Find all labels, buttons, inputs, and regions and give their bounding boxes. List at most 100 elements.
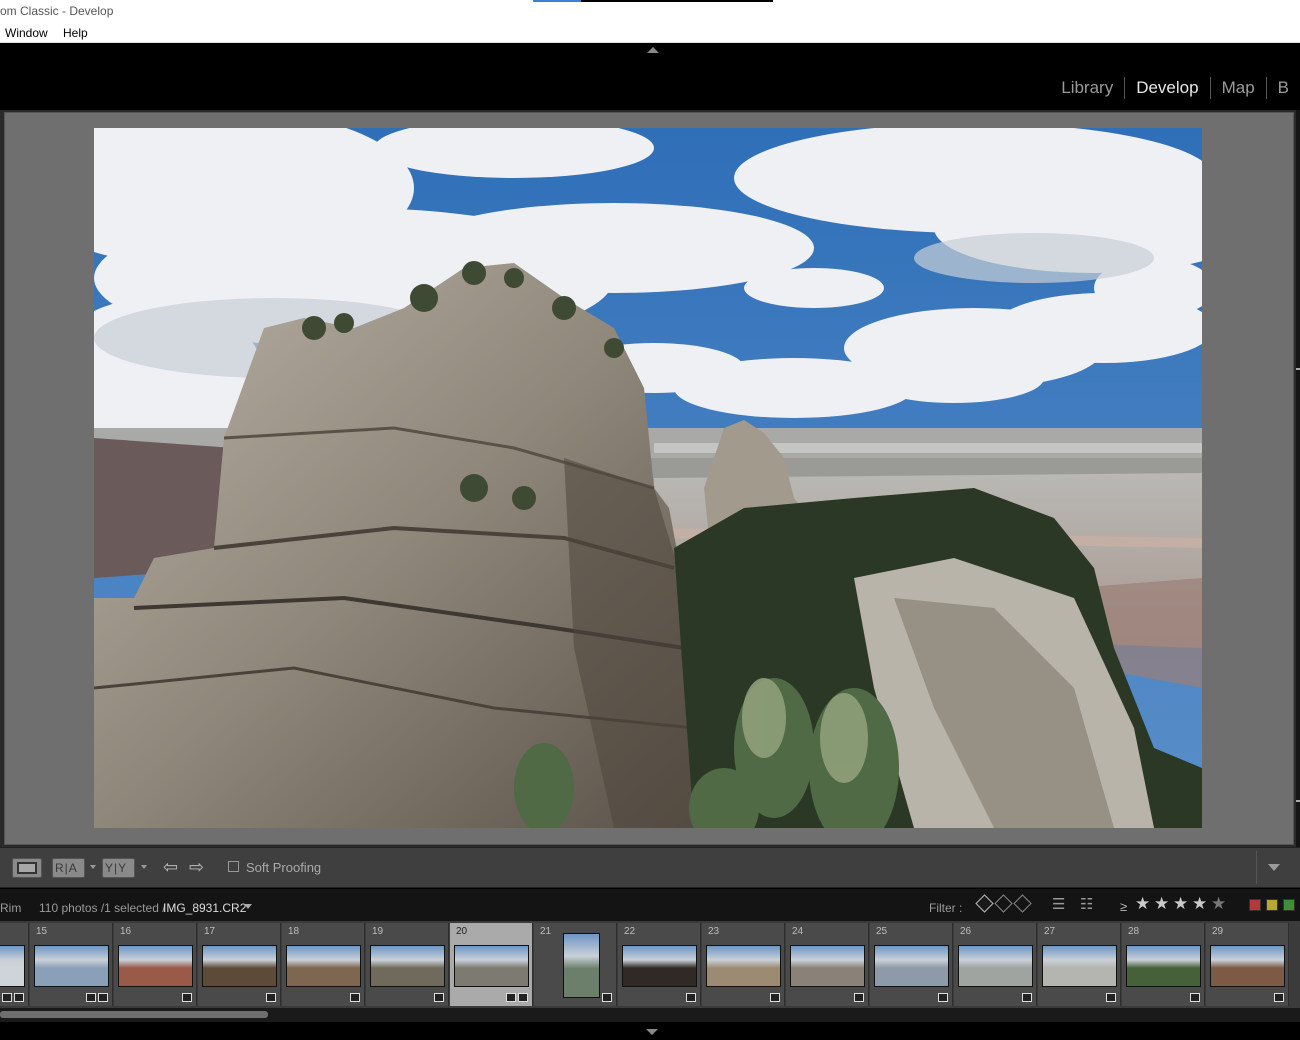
rating-star-icon[interactable]: ★ bbox=[1135, 895, 1150, 912]
filmstrip-cell-number: 19 bbox=[372, 926, 384, 937]
loupe-view-icon bbox=[17, 862, 37, 874]
filmstrip-cell-number: 16 bbox=[120, 926, 132, 937]
module-develop[interactable]: Develop bbox=[1124, 77, 1209, 99]
module-book[interactable]: B bbox=[1265, 77, 1300, 99]
metadata-badge-icon[interactable] bbox=[686, 993, 696, 1002]
filmstrip-thumbnail[interactable] bbox=[563, 933, 600, 998]
metadata-badge-icon[interactable] bbox=[14, 993, 24, 1002]
module-library[interactable]: Library bbox=[1050, 77, 1124, 99]
filmstrip-cell-number: 15 bbox=[36, 926, 48, 937]
filmstrip-thumbnail[interactable] bbox=[790, 945, 865, 987]
filmstrip-cell-number: 25 bbox=[876, 926, 888, 937]
rating-star-icon[interactable]: ★ bbox=[1154, 895, 1169, 912]
filmstrip-thumbnail[interactable] bbox=[370, 945, 445, 987]
filmstrip-source[interactable]: Rim bbox=[0, 901, 21, 915]
metadata-badge-icon[interactable] bbox=[350, 993, 360, 1002]
collapse-filmstrip-icon[interactable] bbox=[646, 1029, 658, 1035]
collapse-top-panel-icon[interactable] bbox=[647, 47, 659, 53]
metadata-badge-icon[interactable] bbox=[98, 993, 108, 1002]
metadata-badge-icon[interactable] bbox=[602, 993, 612, 1002]
canyon-photo bbox=[94, 128, 1202, 828]
filmstrip-cell-number: 18 bbox=[288, 926, 300, 937]
filmstrip-cell[interactable]: 17 bbox=[198, 923, 281, 1006]
filmstrip-count: 110 photos /1 selected / bbox=[39, 901, 166, 915]
filmstrip-thumbnail[interactable] bbox=[706, 945, 781, 987]
color-label-box[interactable] bbox=[1249, 899, 1261, 911]
filmstrip-cell[interactable] bbox=[0, 923, 29, 1006]
metadata-badge-icon[interactable] bbox=[182, 993, 192, 1002]
split-dropdown-icon[interactable] bbox=[141, 865, 147, 869]
swap-settings-right-icon[interactable]: ⇨ bbox=[189, 858, 204, 876]
filmstrip-cell[interactable]: 21 bbox=[534, 923, 617, 1006]
window-title: om Classic - Develop bbox=[0, 4, 114, 18]
filmstrip-thumbnail[interactable] bbox=[34, 945, 109, 987]
filmstrip-cell[interactable]: 26 bbox=[954, 923, 1037, 1006]
color-label-box[interactable] bbox=[1266, 899, 1278, 911]
filmstrip-cell[interactable]: 20 bbox=[450, 923, 533, 1006]
module-map[interactable]: Map bbox=[1209, 77, 1266, 99]
filmstrip-thumbnail[interactable] bbox=[1042, 945, 1117, 987]
develop-adjustments-badge-icon[interactable] bbox=[506, 993, 516, 1002]
filename-dropdown-icon[interactable] bbox=[244, 904, 252, 909]
filmstrip-thumbnail[interactable] bbox=[622, 945, 697, 987]
develop-adjustments-badge-icon[interactable] bbox=[2, 993, 12, 1002]
metadata-badge-icon[interactable] bbox=[1190, 993, 1200, 1002]
rating-star-icon[interactable]: ★ bbox=[1192, 895, 1207, 912]
filmstrip-thumbnail[interactable] bbox=[286, 945, 361, 987]
metadata-badge-icon[interactable] bbox=[266, 993, 276, 1002]
swap-settings-left-icon[interactable]: ⇦ bbox=[163, 858, 178, 876]
menu-help[interactable]: Help bbox=[63, 26, 88, 40]
metadata-badge-icon[interactable] bbox=[518, 993, 528, 1002]
filmstrip-thumbnail[interactable] bbox=[202, 945, 277, 987]
top-panel: Library Develop Map B bbox=[0, 43, 1300, 110]
metadata-badge-icon[interactable] bbox=[434, 993, 444, 1002]
before-after-split-button[interactable]: Y|Y bbox=[102, 858, 135, 878]
filmstrip-thumbnail[interactable] bbox=[1210, 945, 1285, 987]
color-label-box[interactable] bbox=[1283, 899, 1295, 911]
filmstrip-cell[interactable]: 22 bbox=[618, 923, 701, 1006]
rating-star-icon[interactable]: ★ bbox=[1211, 895, 1226, 912]
menu-window[interactable]: Window bbox=[5, 26, 48, 40]
filmstrip-cell[interactable]: 15 bbox=[30, 923, 113, 1006]
filmstrip-cell[interactable]: 27 bbox=[1038, 923, 1121, 1006]
filmstrip-cell[interactable]: 19 bbox=[366, 923, 449, 1006]
filmstrip-cell[interactable]: 29 bbox=[1206, 923, 1289, 1006]
filmstrip-cell[interactable]: 18 bbox=[282, 923, 365, 1006]
filmstrip-scrollbar[interactable] bbox=[0, 1008, 1300, 1022]
rating-operator[interactable]: ≥ bbox=[1120, 899, 1127, 914]
soft-proofing-checkbox[interactable] bbox=[228, 861, 239, 872]
filmstrip-thumbnail[interactable] bbox=[454, 945, 529, 987]
loupe-view-button[interactable] bbox=[12, 858, 42, 878]
filmstrip-cell[interactable]: 16 bbox=[114, 923, 197, 1006]
before-after-dropdown-icon[interactable] bbox=[90, 865, 96, 869]
toolbar-content-menu-icon[interactable] bbox=[1268, 864, 1280, 871]
filmstrip-cell[interactable]: 23 bbox=[702, 923, 785, 1006]
metadata-badge-icon[interactable] bbox=[1022, 993, 1032, 1002]
filmstrip-thumbnail[interactable] bbox=[118, 945, 193, 987]
metadata-badge-icon[interactable] bbox=[1274, 993, 1284, 1002]
photo-preview[interactable] bbox=[94, 128, 1202, 828]
filmstrip-cell-number: 17 bbox=[204, 926, 216, 937]
filmstrip-thumbnail[interactable] bbox=[874, 945, 949, 987]
develop-adjustments-badge-icon[interactable] bbox=[86, 993, 96, 1002]
before-after-button[interactable]: R|A bbox=[52, 858, 85, 878]
metadata-badge-icon[interactable] bbox=[938, 993, 948, 1002]
filmstrip-thumbnail[interactable] bbox=[0, 945, 25, 987]
filmstrip-scroll-thumb[interactable] bbox=[0, 1011, 268, 1018]
rating-star-icon[interactable]: ★ bbox=[1173, 895, 1188, 912]
metadata-badge-icon[interactable] bbox=[1106, 993, 1116, 1002]
filmstrip-thumbnail[interactable] bbox=[958, 945, 1033, 987]
filmstrip-filename[interactable]: IMG_8931.CR2 bbox=[163, 901, 246, 915]
filmstrip-cell[interactable]: 28 bbox=[1122, 923, 1205, 1006]
filmstrip-thumbnail[interactable] bbox=[1126, 945, 1201, 987]
virtual-copy-filter-icon[interactable]: ☰ bbox=[1052, 897, 1065, 912]
filmstrip-cell[interactable]: 24 bbox=[786, 923, 869, 1006]
progress-bar bbox=[533, 0, 773, 2]
title-bar: om Classic - Develop bbox=[0, 0, 1300, 22]
filmstrip-cell-number: 22 bbox=[624, 926, 636, 937]
metadata-badge-icon[interactable] bbox=[770, 993, 780, 1002]
right-panel-edge[interactable] bbox=[1296, 110, 1300, 847]
metadata-badge-icon[interactable] bbox=[854, 993, 864, 1002]
filmstrip-cell[interactable]: 25 bbox=[870, 923, 953, 1006]
master-photo-filter-icon[interactable]: ☷ bbox=[1080, 897, 1093, 912]
